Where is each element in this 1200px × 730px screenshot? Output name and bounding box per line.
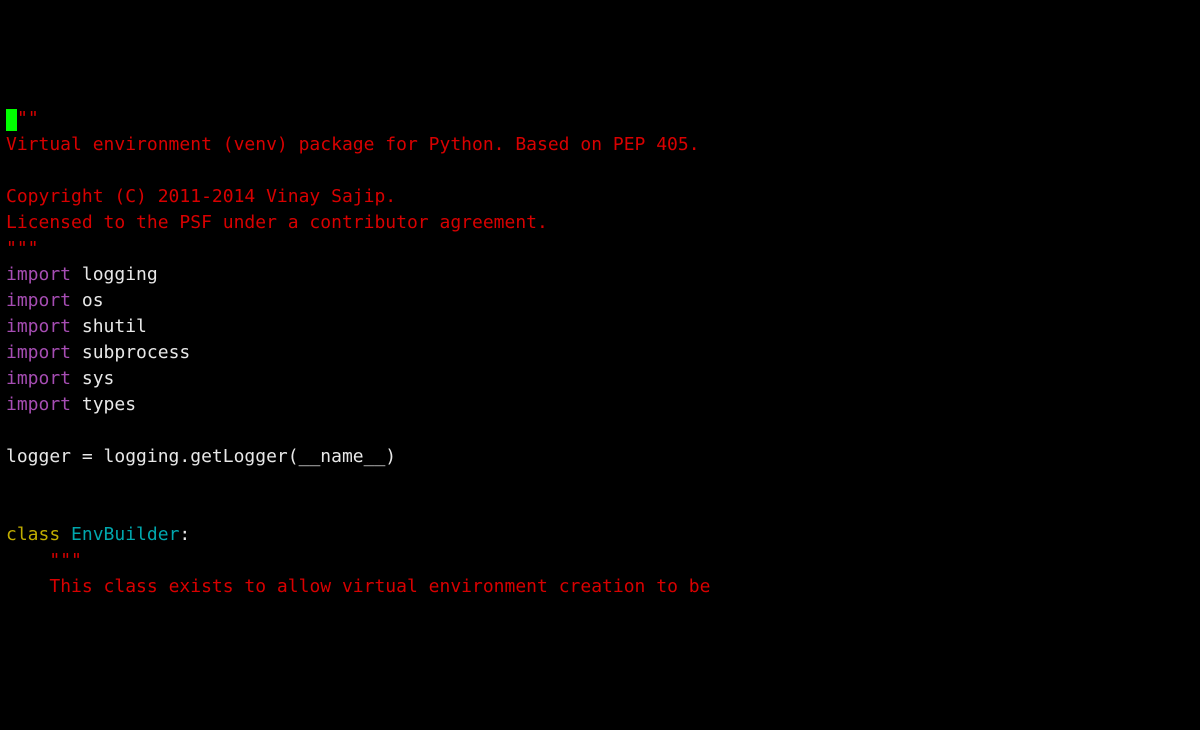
keyword-import: import [6,368,71,389]
docstring-text: Virtual environment (venv) package for P… [6,134,700,155]
indent [6,550,49,571]
indent [6,576,49,597]
docstring-text: """ [49,550,82,571]
code-line[interactable] [6,418,1194,444]
code-line[interactable]: """ [6,548,1194,574]
keyword-import: import [6,264,71,285]
code-line[interactable]: Licensed to the PSF under a contributor … [6,210,1194,236]
code-line[interactable] [6,496,1194,522]
module-name: types [82,394,136,415]
code-line[interactable]: import subprocess [6,340,1194,366]
docstring-text: This class exists to allow virtual envir… [49,576,710,597]
code-line[interactable]: import logging [6,262,1194,288]
docstring-text: Licensed to the PSF under a contributor … [6,212,548,233]
code-line[interactable]: "" [6,106,1194,132]
code-line[interactable]: logger = logging.getLogger(__name__) [6,444,1194,470]
keyword-import: import [6,394,71,415]
identifier: logger [6,446,82,467]
code-line[interactable]: import os [6,288,1194,314]
code-line[interactable]: import types [6,392,1194,418]
code-line[interactable]: This class exists to allow virtual envir… [6,574,1194,600]
code-line[interactable]: Copyright (C) 2011-2014 Vinay Sajip. [6,184,1194,210]
class-name: EnvBuilder [71,524,179,545]
code-line[interactable] [6,470,1194,496]
docstring-text: """ [6,238,39,259]
module-name: subprocess [82,342,190,363]
code-line[interactable]: Virtual environment (venv) package for P… [6,132,1194,158]
cursor [6,109,17,131]
code-line[interactable]: import shutil [6,314,1194,340]
keyword-class: class [6,524,60,545]
module-name: shutil [82,316,147,337]
module-name: logging [82,264,158,285]
module-name: sys [82,368,115,389]
code-line[interactable]: import sys [6,366,1194,392]
code-line[interactable]: """ [6,236,1194,262]
keyword-import: import [6,290,71,311]
operator-equals: = [82,446,93,467]
keyword-import: import [6,342,71,363]
code-line[interactable] [6,158,1194,184]
docstring-text: Copyright (C) 2011-2014 Vinay Sajip. [6,186,396,207]
colon: : [179,524,190,545]
docstring-quotes: "" [17,108,39,129]
keyword-import: import [6,316,71,337]
expression: logging.getLogger(__name__) [93,446,396,467]
module-name: os [82,290,104,311]
